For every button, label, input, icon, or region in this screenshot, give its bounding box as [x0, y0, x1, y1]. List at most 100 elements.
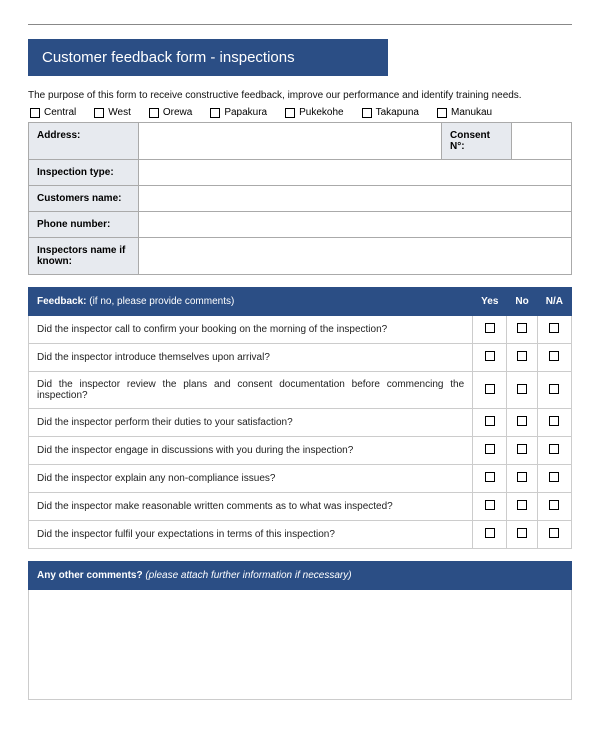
checkbox-icon [517, 500, 527, 510]
answer-no[interactable] [507, 372, 537, 409]
answer-no[interactable] [507, 493, 537, 521]
feedback-question: Did the inspector make reasonable writte… [29, 493, 473, 521]
feedback-row: Did the inspector perform their duties t… [29, 409, 572, 437]
location-label: Central [44, 107, 76, 118]
inspectors-name-field[interactable] [139, 238, 572, 275]
answer-na[interactable] [537, 344, 571, 372]
checkbox-icon[interactable] [210, 108, 220, 118]
phone-field[interactable] [139, 212, 572, 238]
checkbox-icon [549, 416, 559, 426]
top-divider [28, 24, 572, 25]
answer-yes[interactable] [473, 409, 507, 437]
feedback-header-bold: Feedback: [37, 296, 86, 307]
checkbox-icon [485, 351, 495, 361]
answer-yes[interactable] [473, 521, 507, 549]
checkbox-icon[interactable] [362, 108, 372, 118]
feedback-table: Feedback: (if no, please provide comment… [28, 287, 572, 549]
comments-field[interactable] [28, 590, 572, 700]
checkbox-icon[interactable] [285, 108, 295, 118]
feedback-header-row: Feedback: (if no, please provide comment… [29, 288, 572, 316]
answer-na[interactable] [537, 316, 571, 344]
form-purpose: The purpose of this form to receive cons… [28, 90, 572, 101]
checkbox-icon [549, 323, 559, 333]
feedback-question: Did the inspector call to confirm your b… [29, 316, 473, 344]
checkbox-icon[interactable] [437, 108, 447, 118]
checkbox-icon [549, 472, 559, 482]
feedback-question: Did the inspector introduce themselves u… [29, 344, 473, 372]
checkbox-icon[interactable] [94, 108, 104, 118]
location-label: West [108, 107, 131, 118]
location-item: West [94, 107, 131, 118]
location-item: Pukekohe [285, 107, 343, 118]
answer-no[interactable] [507, 437, 537, 465]
answer-yes[interactable] [473, 316, 507, 344]
answer-yes[interactable] [473, 344, 507, 372]
checkbox-icon [517, 351, 527, 361]
answer-no[interactable] [507, 521, 537, 549]
checkbox-icon [485, 528, 495, 538]
feedback-row: Did the inspector call to confirm your b… [29, 316, 572, 344]
feedback-row: Did the inspector fulfil your expectatio… [29, 521, 572, 549]
feedback-header: Feedback: (if no, please provide comment… [29, 288, 473, 316]
location-label: Pukekohe [299, 107, 343, 118]
checkbox-icon [517, 444, 527, 454]
answer-yes[interactable] [473, 465, 507, 493]
location-label: Manukau [451, 107, 492, 118]
checkbox-icon [517, 528, 527, 538]
answer-no[interactable] [507, 465, 537, 493]
feedback-question: Did the inspector perform their duties t… [29, 409, 473, 437]
checkbox-icon [485, 323, 495, 333]
comments-header: Any other comments? (please attach furth… [28, 561, 572, 590]
answer-no[interactable] [507, 316, 537, 344]
feedback-row: Did the inspector make reasonable writte… [29, 493, 572, 521]
checkbox-icon [517, 384, 527, 394]
col-na: N/A [537, 288, 571, 316]
checkbox-icon [549, 500, 559, 510]
col-yes: Yes [473, 288, 507, 316]
checkbox-icon [549, 351, 559, 361]
feedback-question: Did the inspector explain any non-compli… [29, 465, 473, 493]
consent-field[interactable] [512, 123, 572, 160]
feedback-question: Did the inspector review the plans and c… [29, 372, 473, 409]
location-label: Takapuna [376, 107, 419, 118]
checkbox-icon [485, 384, 495, 394]
answer-na[interactable] [537, 409, 571, 437]
location-item: Orewa [149, 107, 192, 118]
feedback-row: Did the inspector review the plans and c… [29, 372, 572, 409]
checkbox-icon [517, 323, 527, 333]
checkbox-icon [549, 384, 559, 394]
feedback-row: Did the inspector engage in discussions … [29, 437, 572, 465]
location-item: Manukau [437, 107, 492, 118]
inspection-type-label: Inspection type: [29, 160, 139, 186]
location-item: Papakura [210, 107, 267, 118]
answer-yes[interactable] [473, 493, 507, 521]
feedback-question: Did the inspector engage in discussions … [29, 437, 473, 465]
consent-label: Consent N°: [442, 123, 512, 160]
answer-na[interactable] [537, 372, 571, 409]
answer-yes[interactable] [473, 372, 507, 409]
answer-na[interactable] [537, 437, 571, 465]
answer-no[interactable] [507, 409, 537, 437]
answer-na[interactable] [537, 521, 571, 549]
checkbox-icon [549, 444, 559, 454]
checkbox-icon [517, 472, 527, 482]
checkbox-icon [485, 500, 495, 510]
address-field[interactable] [139, 123, 442, 160]
customers-name-label: Customers name: [29, 186, 139, 212]
address-label: Address: [29, 123, 139, 160]
customers-name-field[interactable] [139, 186, 572, 212]
location-label: Papakura [224, 107, 267, 118]
answer-na[interactable] [537, 465, 571, 493]
answer-yes[interactable] [473, 437, 507, 465]
feedback-row: Did the inspector introduce themselves u… [29, 344, 572, 372]
col-no: No [507, 288, 537, 316]
form-title: Customer feedback form - inspections [28, 39, 388, 76]
inspection-type-field[interactable] [139, 160, 572, 186]
feedback-row: Did the inspector explain any non-compli… [29, 465, 572, 493]
answer-na[interactable] [537, 493, 571, 521]
location-label: Orewa [163, 107, 192, 118]
checkbox-icon [485, 472, 495, 482]
answer-no[interactable] [507, 344, 537, 372]
checkbox-icon[interactable] [30, 108, 40, 118]
checkbox-icon[interactable] [149, 108, 159, 118]
